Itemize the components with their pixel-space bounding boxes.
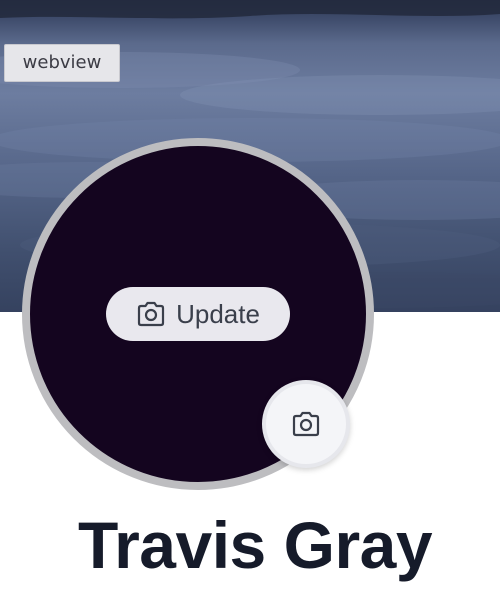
camera-icon bbox=[137, 301, 165, 327]
profile-name: Travis Gray bbox=[77, 508, 433, 582]
camera-icon bbox=[292, 411, 320, 437]
update-label: Update bbox=[176, 298, 260, 329]
change-avatar-button[interactable] bbox=[262, 380, 350, 468]
update-photo-button[interactable]: Update bbox=[106, 287, 290, 341]
webview-badge: webview bbox=[4, 44, 120, 82]
